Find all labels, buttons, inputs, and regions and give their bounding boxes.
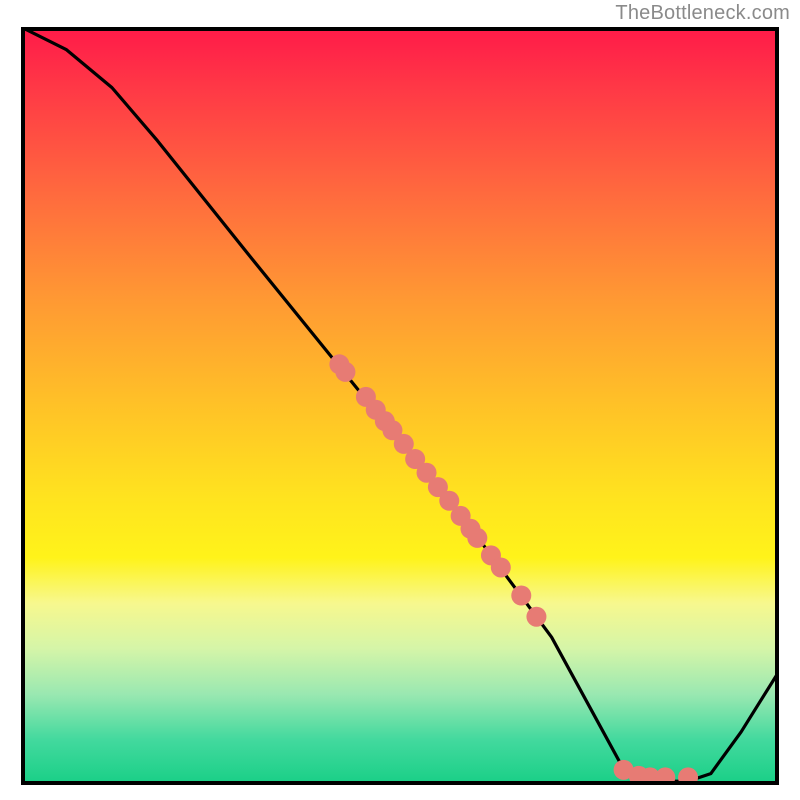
sample-point (526, 607, 546, 627)
chart-stage: TheBottleneck.com (0, 0, 800, 800)
plot-frame (21, 27, 779, 785)
sample-point (491, 557, 511, 577)
sample-point (511, 586, 531, 606)
sample-point (678, 767, 698, 785)
sample-point (655, 767, 675, 785)
watermark-text: TheBottleneck.com (615, 2, 790, 25)
sample-points-group (329, 354, 698, 785)
sample-point (467, 528, 487, 548)
bottleneck-curve (21, 27, 779, 781)
sample-point (335, 362, 355, 382)
plot-svg (21, 27, 779, 785)
